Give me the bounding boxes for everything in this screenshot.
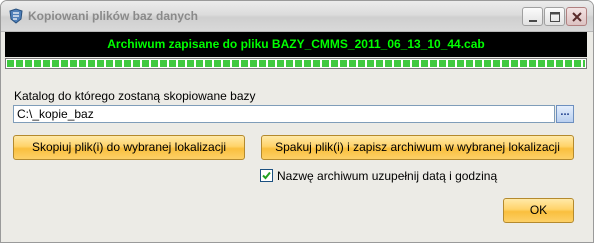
maximize-button[interactable] — [544, 7, 565, 26]
append-date-label: Nazwę archiwum uzupełnij datą i godziną — [277, 169, 498, 183]
minimize-icon — [529, 20, 537, 22]
pack-archive-button[interactable]: Spakuj plik(i) i zapisz archiwum w wybra… — [261, 135, 574, 160]
window-title: Kopiowani plików baz danych — [28, 9, 199, 23]
copy-files-button[interactable]: Skopiuj plik(i) do wybranej lokalizacji — [13, 135, 245, 160]
path-input[interactable] — [13, 105, 555, 123]
browse-button[interactable]: ... — [556, 105, 574, 123]
dialog-window: Kopiowani plików baz danych Archiwum zap… — [0, 0, 594, 243]
checkmark-icon — [262, 171, 271, 180]
close-icon — [572, 12, 582, 22]
maximize-icon — [550, 12, 560, 22]
minimize-button[interactable] — [522, 7, 543, 26]
close-button[interactable] — [566, 7, 587, 26]
progress-fill — [7, 60, 585, 67]
append-date-checkbox[interactable] — [260, 169, 273, 182]
title-bar[interactable]: Kopiowani plików baz danych — [1, 1, 593, 32]
progress-bar — [5, 58, 587, 69]
ok-button[interactable]: OK — [503, 198, 574, 223]
app-icon[interactable] — [8, 8, 24, 24]
status-message: Archiwum zapisane do pliku BAZY_CMMS_201… — [5, 32, 587, 57]
catalog-label: Katalog do którego zostaną skopiowane ba… — [14, 89, 256, 103]
